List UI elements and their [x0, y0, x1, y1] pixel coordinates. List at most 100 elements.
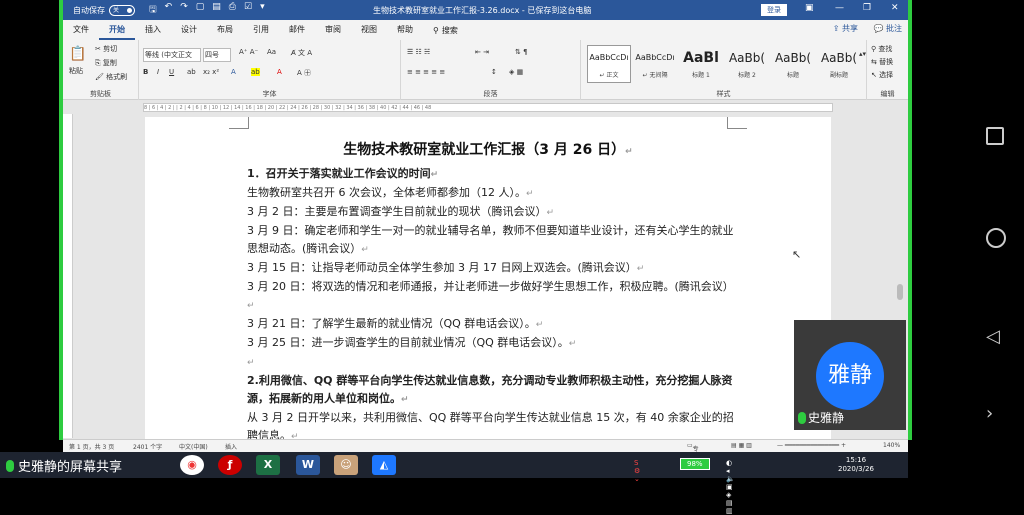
participant-video[interactable]: 雅静 史雅静 [794, 320, 906, 430]
document-paragraph[interactable]: 从 3 月 2 日开学以来，共利用微信、QQ 群等平台向学生传达就业信息 15 … [247, 409, 737, 439]
tab-references[interactable]: 引用 [243, 20, 279, 40]
excel-icon[interactable]: X [256, 455, 280, 475]
redo-icon[interactable]: ↷ [180, 2, 188, 18]
indent-icon[interactable]: ⇤ ⇥ [475, 48, 489, 56]
ribbon-display-icon[interactable]: ▣ [805, 3, 814, 13]
home-icon[interactable] [986, 228, 1006, 248]
change-case-button[interactable]: Aa [267, 48, 276, 56]
subscript-icon[interactable]: x₂ x² [203, 68, 219, 76]
flash-icon[interactable]: ƒ [218, 455, 242, 475]
search-box[interactable]: ⚲ 搜索 [433, 25, 458, 36]
styles-scroll-icon[interactable]: ▴▾ [859, 50, 866, 58]
cut-button[interactable]: ✂ 剪切 [95, 44, 117, 54]
share-button[interactable]: ⇪ 共享 [833, 23, 858, 34]
document-paragraph[interactable]: 3 月 2 日：主要是布置调查学生目前就业的现状（腾讯会议）↵ [247, 203, 737, 222]
document-paragraph[interactable]: 2.利用微信、QQ 群等平台向学生传达就业信息数，充分调动专业教师积极主动性，充… [247, 372, 737, 409]
style-title[interactable]: AaBb( 标题 [771, 45, 815, 83]
tab-design[interactable]: 设计 [171, 20, 207, 40]
document-paragraph[interactable]: 3 月 21 日：了解学生最新的就业情况（QQ 群电话会议）。↵ [247, 315, 737, 334]
tab-review[interactable]: 审阅 [315, 20, 351, 40]
style-heading-2[interactable]: AaBb( 标题 2 [725, 45, 769, 83]
document-body[interactable]: 1．召开关于落实就业工作会议的时间↵ 生物教研室共召开 6 次会议，全体老师都参加… [247, 165, 737, 439]
scroll-handle[interactable] [897, 284, 903, 300]
input-mode[interactable]: 插入 [225, 442, 237, 451]
tab-layout[interactable]: 布局 [207, 20, 243, 40]
open-icon[interactable]: ▤ [212, 2, 221, 18]
clock[interactable]: 15:16 2020/3/26 [838, 456, 874, 474]
document-page[interactable]: 生物技术教研室就业工作汇报（3 月 26 日）↵ 1．召开关于落实就业工作会议的… [145, 117, 831, 439]
comment-button[interactable]: 💬 批注 [873, 23, 902, 34]
select-button[interactable]: ↖ 选择 [871, 70, 893, 80]
line-spacing-icon[interactable]: ↕ [491, 68, 497, 76]
tab-mailings[interactable]: 邮件 [279, 20, 315, 40]
battery-indicator[interactable]: 98% [680, 458, 710, 470]
italic-icon[interactable]: I [157, 68, 159, 76]
more-icon[interactable]: ▾ [260, 2, 265, 18]
font-name-select[interactable]: 等线 (中文正文 [143, 48, 201, 62]
focus-mode[interactable]: ▭ 专注 [687, 442, 699, 452]
paste-button[interactable]: 粘贴 [69, 66, 83, 76]
document-paragraph[interactable]: 3 月 25 日：进一步调查学生的目前就业情况（QQ 群电话会议）。↵ [247, 334, 737, 353]
align-icon[interactable]: ≡ ≡ ≡ ≡ ≡ [407, 68, 445, 76]
text-effects-icon[interactable]: A [231, 68, 236, 76]
word-count[interactable]: 2401 个字 [133, 442, 162, 451]
char-shading-icon[interactable]: A ㊉ [297, 68, 311, 78]
style-normal[interactable]: AaBbCcDı ↵ 正文 [587, 45, 631, 83]
recent-apps-icon[interactable] [986, 127, 1004, 145]
style-subtitle[interactable]: AaBb( 副标题 [817, 45, 861, 83]
underline-icon[interactable]: U [169, 68, 174, 76]
tab-help[interactable]: 帮助 [387, 20, 423, 40]
tray-icons[interactable]: ◐ ◂ 🔈 ▣ ◈ ▤ ▥ [726, 459, 735, 515]
document-paragraph[interactable]: 1．召开关于落实就业工作会议的时间↵ [247, 165, 737, 184]
photo-icon[interactable]: ☺ [334, 455, 358, 475]
autosave-toggle[interactable]: 关 [109, 4, 135, 16]
zoom-slider[interactable]: — ━━━━━━━━━━━━━━━ + [777, 442, 846, 449]
tab-view[interactable]: 视图 [351, 20, 387, 40]
document-paragraph[interactable]: 生物教研室共召开 6 次会议，全体老师都参加（12 人）。↵ [247, 184, 737, 203]
autosave[interactable]: 自动保存 关 [73, 4, 135, 16]
document-paragraph[interactable]: ↵ [247, 353, 737, 372]
restore-icon[interactable]: ❐ [863, 3, 871, 13]
ruler-scale[interactable]: 8 | 6 | 4 | 2 | | 2 | 4 | 6 | 8 | 10 | 1… [143, 103, 833, 112]
check-icon[interactable]: ☑ [244, 2, 252, 18]
document-paragraph[interactable]: 3 月 15 日：让指导老师动员全体学生参加 3 月 17 日网上双选会。(腾讯… [247, 259, 737, 278]
grow-font-icon[interactable]: A⁺ A⁻ [239, 48, 258, 56]
back-icon[interactable]: ◁ [986, 326, 1000, 347]
paste-icon[interactable]: 📋 [69, 46, 86, 62]
document-paragraph[interactable]: 3 月 20 日：将双选的情况和老师通报，并让老师进一步做好学生思想工作，积极应… [247, 278, 737, 315]
font-size-select[interactable]: 四号 [203, 48, 231, 62]
tab-file[interactable]: 文件 [63, 20, 99, 40]
replace-button[interactable]: ⇆ 替换 [871, 57, 893, 67]
meeting-app-icon[interactable]: ◭ [372, 455, 396, 475]
bold-icon[interactable]: B [143, 68, 148, 76]
minimize-icon[interactable]: — [835, 3, 844, 13]
input-method-icon[interactable]: S ⚙ ⌄ [634, 459, 640, 483]
format-painter-button[interactable]: 🖌 格式刷 [95, 72, 127, 82]
new-doc-icon[interactable]: ▢ [196, 2, 205, 18]
chevron-right-icon[interactable]: › [986, 403, 993, 424]
language[interactable]: 中文(中国) [179, 442, 208, 451]
chrome-icon[interactable]: ◉ [180, 455, 204, 475]
save-icon[interactable]: 🖫 [149, 2, 157, 18]
font-color-icon[interactable]: A [277, 68, 282, 76]
view-buttons[interactable]: ▤ ▦ ▥ [731, 442, 752, 449]
tab-home[interactable]: 开始 [99, 20, 135, 40]
page-count[interactable]: 第 1 页，共 3 页 [69, 442, 114, 451]
sort-icon[interactable]: ⇅ ¶ [515, 48, 528, 56]
shading-icon[interactable]: ◈ ▦ [509, 68, 523, 76]
close-icon[interactable]: ✕ [891, 3, 899, 13]
strikethrough-icon[interactable]: ab [187, 68, 196, 76]
undo-icon[interactable]: ↶ [165, 2, 173, 18]
style-no-spacing[interactable]: AaBbCcDı ↵ 无间隔 [633, 45, 677, 83]
find-button[interactable]: ⚲ 查找 [871, 44, 892, 54]
zoom-level[interactable]: 140% [883, 442, 900, 449]
copy-button[interactable]: ⎘ 复制 [95, 58, 117, 68]
tab-insert[interactable]: 插入 [135, 20, 171, 40]
highlight-icon[interactable]: ab [251, 68, 260, 76]
document-paragraph[interactable]: 3 月 9 日：确定老师和学生一对一的就业辅导名单，教师不但要知道毕业设计，还有… [247, 222, 737, 259]
clear-format-icon[interactable]: A̸ 文 A [291, 48, 312, 58]
bullets-icon[interactable]: ☰ ☷ ☵ [407, 48, 430, 56]
login-button[interactable]: 登录 [761, 4, 787, 16]
print-icon[interactable]: ⎙ [229, 2, 236, 18]
style-heading-1[interactable]: AaBl 标题 1 [679, 45, 723, 83]
